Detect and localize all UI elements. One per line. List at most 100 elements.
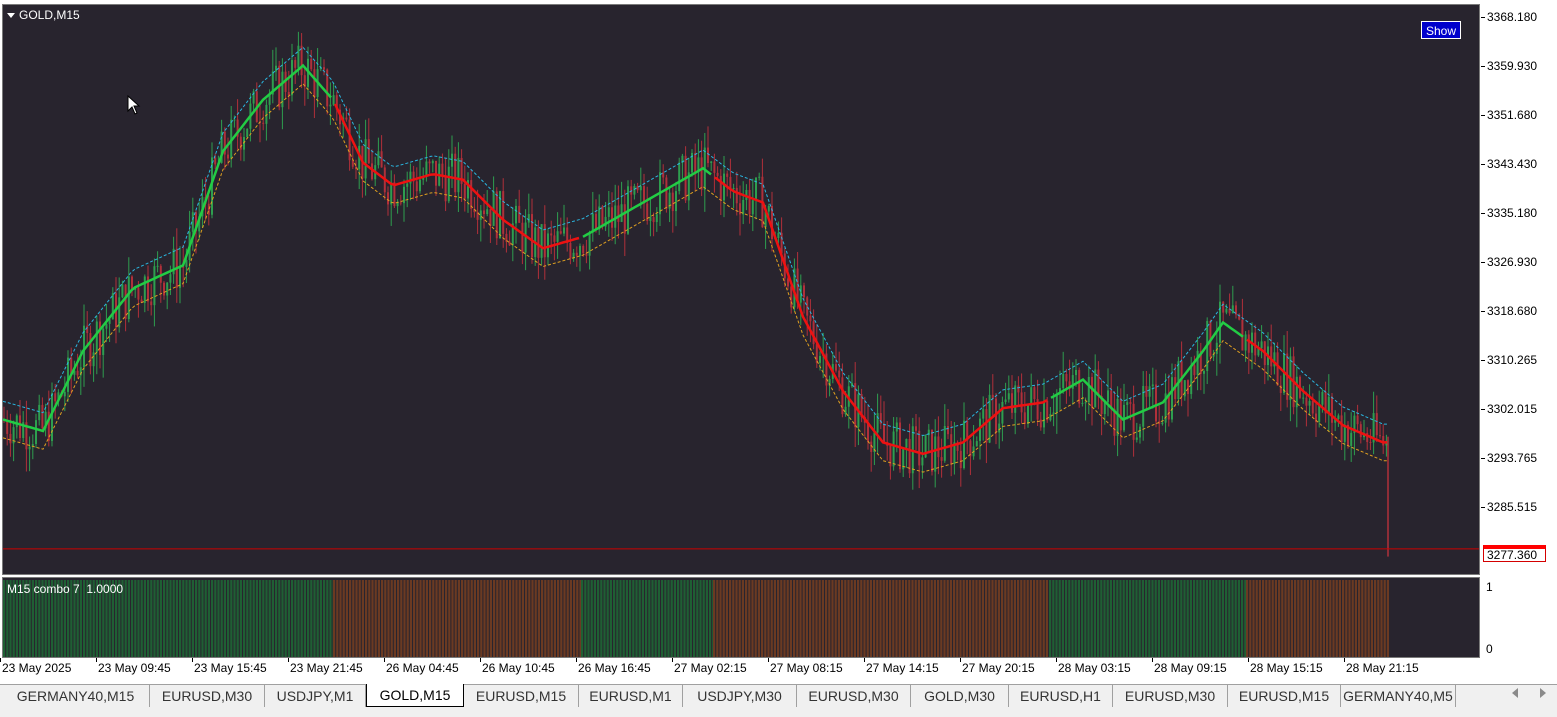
scroll-left-icon[interactable] bbox=[1512, 688, 1518, 698]
indicator-bar bbox=[850, 580, 853, 657]
indicator-bar bbox=[403, 580, 406, 657]
indicator-bar bbox=[1218, 580, 1221, 657]
indicator-bar bbox=[381, 580, 384, 657]
tab-usdjpy-m30[interactable]: USDJPY,M30 bbox=[683, 685, 797, 707]
time-tick bbox=[1056, 658, 1057, 662]
candle-body bbox=[1094, 369, 1097, 408]
time-tick-label: 27 May 20:15 bbox=[962, 661, 1035, 675]
candle-body bbox=[1382, 436, 1385, 446]
indicator-bar bbox=[783, 580, 786, 657]
indicator-bar bbox=[975, 580, 978, 657]
indicator-bar bbox=[1039, 580, 1042, 657]
candle-body bbox=[1097, 369, 1100, 397]
tab-eurusd-m30[interactable]: EURUSD,M30 bbox=[797, 685, 911, 707]
candle-body bbox=[1151, 384, 1154, 387]
candle-body bbox=[915, 426, 917, 431]
symbol-label[interactable]: GOLD,M15 bbox=[7, 8, 80, 22]
tab-eurusd-m1[interactable]: EURUSD,M1 bbox=[579, 685, 683, 707]
indicator-bar bbox=[693, 580, 696, 657]
indicator-bar bbox=[587, 580, 590, 657]
indicator-bar bbox=[812, 580, 815, 657]
indicator-bar bbox=[1290, 580, 1293, 657]
indicator-bar bbox=[544, 580, 547, 657]
indicator-bar bbox=[600, 580, 603, 657]
time-tick bbox=[0, 658, 1, 662]
indicator-bar bbox=[185, 580, 188, 657]
indicator-bar bbox=[1090, 580, 1093, 657]
candle-body bbox=[329, 104, 332, 107]
indicator-bar bbox=[1361, 580, 1364, 657]
time-axis[interactable]: 23 May 2025 23 May 09:45 23 May 15:45 23 Ma… bbox=[0, 658, 1480, 680]
indicator-bar bbox=[885, 580, 888, 657]
candle-body bbox=[1379, 435, 1381, 437]
candle-body bbox=[835, 364, 837, 371]
candle-body bbox=[569, 242, 572, 259]
indicator-bar bbox=[1052, 580, 1055, 657]
price-chart-canvas[interactable] bbox=[3, 5, 1480, 575]
indicator-bar bbox=[1326, 580, 1329, 657]
candle-body bbox=[54, 393, 57, 402]
tab-eurusd-m30[interactable]: EURUSD,M30 bbox=[1113, 685, 1228, 707]
indicator-bar bbox=[818, 580, 821, 657]
indicator-bar bbox=[978, 580, 981, 657]
candle-body bbox=[751, 200, 754, 215]
price-chart[interactable]: GOLD,M15 Show bbox=[2, 4, 1480, 575]
show-button[interactable]: Show bbox=[1421, 21, 1461, 39]
indicator-bar bbox=[1161, 580, 1164, 657]
tab-germany40-m5[interactable]: GERMANY40,M5 bbox=[1341, 685, 1456, 707]
tab-gold-m30[interactable]: GOLD,M30 bbox=[911, 685, 1009, 707]
indicator-bar bbox=[284, 580, 287, 657]
tab-gold-m15[interactable]: GOLD,M15 bbox=[366, 684, 464, 707]
indicator-bar bbox=[1081, 580, 1084, 657]
candle-body bbox=[1020, 392, 1023, 413]
tab-eurusd-h1[interactable]: EURUSD,H1 bbox=[1009, 685, 1113, 707]
indicator-bar bbox=[278, 580, 281, 657]
price-tick-label: 3335.180 bbox=[1487, 206, 1538, 220]
indicator-bar bbox=[230, 580, 233, 657]
tab-eurusd-m30[interactable]: EURUSD,M30 bbox=[150, 685, 265, 707]
price-axis[interactable]: 3368.180 3359.930 3351.680 3343.430 3335.180… bbox=[1481, 0, 1557, 575]
candle-body bbox=[1244, 334, 1247, 351]
indicator-bar bbox=[265, 580, 268, 657]
candle-body bbox=[38, 404, 41, 421]
candle-body bbox=[1155, 384, 1157, 422]
dropdown-triangle-icon[interactable] bbox=[7, 12, 15, 18]
indicator-bar bbox=[1354, 580, 1357, 657]
indicator-bar bbox=[124, 580, 127, 657]
indicator-bar bbox=[651, 580, 654, 657]
price-tick bbox=[1481, 409, 1485, 410]
tab-eurusd-m15[interactable]: EURUSD,M15 bbox=[464, 685, 579, 707]
indicator-bar bbox=[1154, 580, 1157, 657]
indicator-bar bbox=[387, 580, 390, 657]
indicator-bar bbox=[1189, 580, 1192, 657]
indicator-bar bbox=[1122, 580, 1125, 657]
scroll-right-icon[interactable] bbox=[1540, 688, 1546, 698]
tab-germany40-m15[interactable]: GERMANY40,M15 bbox=[2, 685, 150, 707]
indicator-bar bbox=[432, 580, 435, 657]
indicator-bar bbox=[1287, 580, 1290, 657]
indicator-bar bbox=[809, 580, 812, 657]
indicator-bar bbox=[613, 580, 616, 657]
indicator-bar bbox=[940, 580, 943, 657]
candle-body bbox=[1318, 404, 1321, 422]
indicator-bar bbox=[908, 580, 911, 657]
indicator-bar bbox=[486, 580, 489, 657]
price-tick-label: 3302.015 bbox=[1487, 402, 1538, 416]
candle-body bbox=[275, 65, 277, 72]
tab-eurusd-m15[interactable]: EURUSD,M15 bbox=[1228, 685, 1341, 707]
indicator-bar bbox=[553, 580, 556, 657]
chart-tab-bar: GERMANY40,M15 EURUSD,M30 USDJPY,M1 GOLD,M15… bbox=[0, 684, 1557, 717]
indicator-bar bbox=[345, 580, 348, 657]
indicator-bar bbox=[853, 580, 856, 657]
candle-body bbox=[1087, 376, 1090, 403]
indicator-bar bbox=[435, 580, 438, 657]
tab-usdjpy-m1[interactable]: USDJPY,M1 bbox=[265, 685, 366, 707]
indicator-window[interactable]: M15 combo 7 1.0000 bbox=[2, 577, 1480, 658]
candle-body bbox=[137, 287, 140, 300]
indicator-bar bbox=[863, 580, 866, 657]
candle-body bbox=[102, 328, 105, 356]
indicator-bar bbox=[745, 580, 748, 657]
indicator-bar bbox=[876, 580, 879, 657]
candle-body bbox=[1260, 341, 1263, 349]
indicator-bar bbox=[1252, 580, 1255, 657]
